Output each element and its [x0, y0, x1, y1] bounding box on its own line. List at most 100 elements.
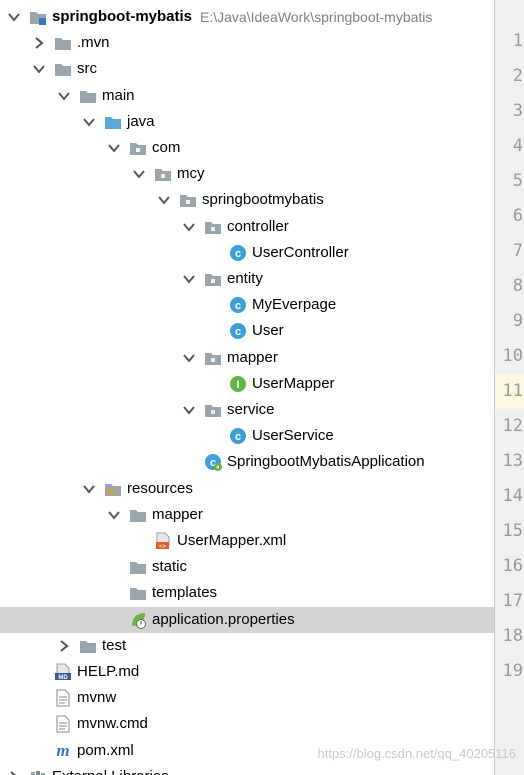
- tree-node-static[interactable]: static: [0, 554, 494, 580]
- package-icon: [204, 401, 222, 419]
- text-file-icon: [54, 689, 72, 707]
- chevron-down-icon[interactable]: [32, 62, 46, 76]
- folder-icon: [79, 87, 97, 105]
- line-number: 3: [512, 101, 523, 121]
- tree-node-springbootmybatis[interactable]: springbootmybatis: [0, 187, 494, 213]
- tree-node-entity[interactable]: entity: [0, 266, 494, 292]
- tree-node-usermapper-xml[interactable]: <> UserMapper.xml: [0, 528, 494, 554]
- package-icon: [154, 165, 172, 183]
- tree-node-resources[interactable]: resources: [0, 476, 494, 502]
- tree-node-label: test: [102, 636, 127, 654]
- tree-node-label: mvnw.cmd: [77, 715, 148, 733]
- tree-node-springbootmybatisapplication[interactable]: c SpringbootMybatisApplication: [0, 449, 494, 475]
- tree-node-application-properties[interactable]: application.properties: [0, 606, 494, 633]
- tree-node-label: mapper: [152, 505, 203, 523]
- chevron-down-icon[interactable]: [107, 141, 121, 155]
- chevron-down-icon[interactable]: [82, 115, 96, 129]
- tree-node-test[interactable]: test: [0, 633, 494, 659]
- tree-node-label: static: [152, 558, 188, 576]
- tree-node-mapper[interactable]: mapper: [0, 502, 494, 528]
- tree-node-myeverpage[interactable]: c MyEverpage: [0, 292, 494, 318]
- chevron-down-icon[interactable]: [57, 89, 71, 103]
- libraries-icon: [29, 768, 47, 775]
- package-icon: [204, 270, 222, 288]
- line-number: 1: [512, 31, 523, 51]
- tree-node-help-md[interactable]: MD HELP.md: [0, 659, 494, 685]
- project-path: E:\Java\IdeaWork\springboot-mybatis: [200, 9, 433, 25]
- tree-node-user[interactable]: c User: [0, 318, 494, 344]
- tree-node-label: .mvn: [77, 34, 110, 52]
- chevron-down-icon[interactable]: [182, 272, 196, 286]
- class-icon: c: [229, 244, 247, 262]
- line-number: 5: [512, 171, 523, 191]
- tree-node-springboot-mybatis[interactable]: springboot-mybatis E:\Java\IdeaWork\sprin…: [0, 4, 494, 30]
- svg-text:MD: MD: [58, 675, 68, 681]
- class-icon: c: [229, 427, 247, 445]
- tree-node-label: External Libraries: [52, 764, 169, 775]
- resources-folder-icon: [104, 480, 122, 498]
- chevron-right-icon[interactable]: [32, 36, 46, 50]
- interface-icon: I: [229, 375, 247, 393]
- markdown-file-icon: MD: [54, 663, 72, 681]
- folder-icon: [54, 34, 72, 52]
- tree-node-main[interactable]: main: [0, 83, 494, 109]
- line-number: 2: [512, 66, 523, 86]
- line-number: 14: [502, 486, 523, 506]
- chevron-down-icon[interactable]: [7, 10, 21, 24]
- tree-node-label: UserController: [252, 243, 349, 261]
- tree-node-mvnw-cmd[interactable]: mvnw.cmd: [0, 711, 494, 737]
- svg-text:c: c: [235, 300, 241, 312]
- chevron-down-icon[interactable]: [182, 403, 196, 417]
- tree-node-usercontroller[interactable]: c UserController: [0, 240, 494, 266]
- chevron-down-icon[interactable]: [132, 167, 146, 181]
- chevron-down-icon[interactable]: [182, 220, 196, 234]
- line-number: 10: [502, 346, 523, 366]
- watermark: https://blog.csdn.net/qq_40205116: [317, 746, 516, 761]
- tree-node-controller[interactable]: controller: [0, 214, 494, 240]
- tree-node-label: SpringbootMybatisApplication: [227, 453, 425, 471]
- tree-node-mapper[interactable]: mapper: [0, 345, 494, 371]
- tree-node-mvnw[interactable]: mvnw: [0, 685, 494, 711]
- chevron-down-icon[interactable]: [82, 482, 96, 496]
- chevron-right-icon[interactable]: [57, 639, 71, 653]
- class-icon: c: [229, 296, 247, 314]
- line-number: 4: [512, 136, 523, 156]
- chevron-down-icon[interactable]: [107, 508, 121, 522]
- tree-node-com[interactable]: com: [0, 135, 494, 161]
- tree-node-label: java: [127, 112, 155, 130]
- folder-icon: [54, 60, 72, 78]
- tree-node-label: com: [152, 139, 181, 156]
- folder-icon: [129, 558, 147, 576]
- maven-icon: m: [54, 742, 72, 760]
- tree-node-label: mapper: [227, 348, 278, 366]
- line-number: 18: [502, 626, 523, 646]
- tree-node-external-libraries[interactable]: External Libraries: [0, 764, 494, 775]
- chevron-right-icon[interactable]: [7, 770, 21, 775]
- tree-node-label: UserMapper.xml: [177, 532, 287, 549]
- tree-node-usermapper[interactable]: I UserMapper: [0, 371, 494, 397]
- tree-node-service[interactable]: service: [0, 397, 494, 423]
- tree-node-src[interactable]: src: [0, 56, 494, 82]
- tree-node-java[interactable]: java: [0, 109, 494, 135]
- tree-node-userservice[interactable]: c UserService: [0, 423, 494, 449]
- tree-node-templates[interactable]: templates: [0, 580, 494, 606]
- tree-node-mcy[interactable]: mcy: [0, 161, 494, 187]
- chevron-down-icon[interactable]: [182, 351, 196, 365]
- folder-icon: [129, 584, 147, 602]
- tree-node-mvn[interactable]: .mvn: [0, 30, 494, 56]
- line-number: 17: [502, 591, 523, 611]
- chevron-down-icon[interactable]: [157, 193, 171, 207]
- project-tree[interactable]: springboot-mybatis E:\Java\IdeaWork\sprin…: [0, 0, 495, 775]
- tree-node-label: entity: [227, 270, 263, 287]
